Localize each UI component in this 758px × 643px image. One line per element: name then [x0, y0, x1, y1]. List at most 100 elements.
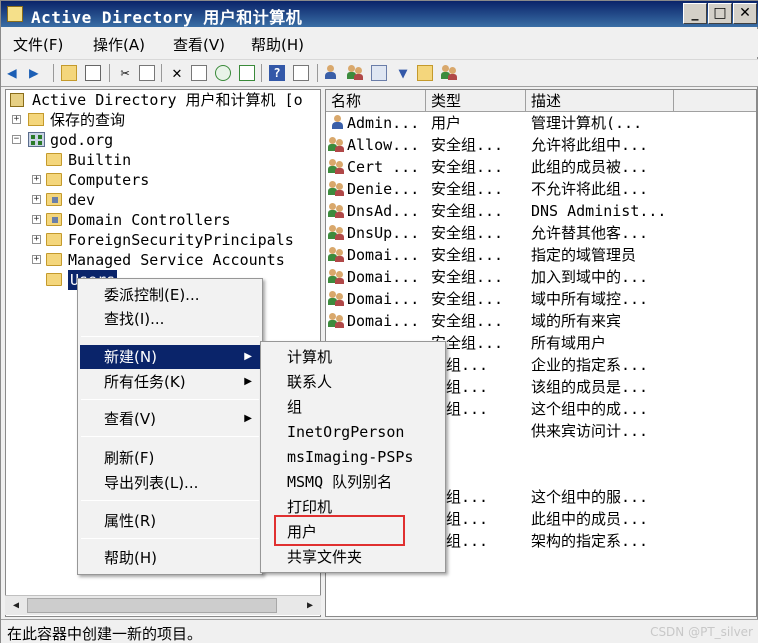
window: Active Directory 用户和计算机 _ □ ✕ 文件(F) 操作(A… — [0, 0, 758, 643]
scroll-right-icon[interactable]: ▶ — [301, 597, 319, 614]
table-row[interactable]: Domai... 安全组... 域中所有域控... — [326, 288, 756, 310]
menu-bar: 文件(F) 操作(A) 查看(V) 帮助(H) — [1, 29, 758, 57]
menu-action[interactable]: 操作(A) — [93, 34, 145, 55]
submenu-item-inetorgperson[interactable]: InetOrgPerson — [263, 420, 443, 444]
menu-view[interactable]: 查看(V) — [173, 34, 225, 55]
back-icon[interactable]: ◀ — [7, 65, 23, 81]
submenu-item-shared-folder[interactable]: 共享文件夹 — [263, 545, 443, 569]
title-bar[interactable]: Active Directory 用户和计算机 _ □ ✕ — [1, 1, 758, 27]
cell-name: Domai... — [347, 312, 420, 330]
cell-name: Allow... — [347, 136, 420, 154]
scroll-thumb[interactable] — [27, 598, 277, 613]
cell-description: DNS Administ... — [531, 202, 667, 220]
cut-icon[interactable]: ✂ — [117, 65, 133, 81]
expand-icon[interactable]: + — [32, 235, 41, 244]
ou-icon — [46, 193, 62, 206]
show-tree-icon[interactable] — [85, 65, 101, 81]
menu-item-properties[interactable]: 属性(R) — [80, 509, 260, 533]
cell-description: 域的所有来宾 — [531, 312, 622, 330]
cell-description: 这个组中的服... — [531, 488, 649, 506]
menu-item-view[interactable]: 查看(V) ▶ — [80, 407, 260, 431]
maximize-button[interactable]: □ — [708, 3, 732, 24]
folder-icon — [46, 233, 62, 246]
submenu-item-contact[interactable]: 联系人 — [263, 370, 443, 394]
group-icon — [328, 225, 345, 240]
table-row[interactable]: Domai... 安全组... 域的所有来宾 — [326, 310, 756, 332]
expand-icon[interactable]: + — [32, 195, 41, 204]
menu-item-refresh[interactable]: 刷新(F) — [80, 446, 260, 470]
column-header-name[interactable]: 名称 — [326, 90, 426, 112]
folder-icon — [46, 253, 62, 266]
menu-item-new[interactable]: 新建(N) ▶ — [80, 345, 260, 369]
submenu-item-msimaging-psps[interactable]: msImaging-PSPs — [263, 445, 443, 469]
find-icon[interactable] — [441, 65, 457, 81]
action-pane-icon[interactable] — [293, 65, 309, 81]
window-title: Active Directory 用户和计算机 — [31, 8, 303, 27]
menu-item-find[interactable]: 查找(I)... — [80, 307, 260, 331]
table-row[interactable]: DnsUp... 安全组... 允许替其他客... — [326, 222, 756, 244]
menu-item-export-list[interactable]: 导出列表(L)... — [80, 471, 260, 495]
scroll-left-icon[interactable]: ◀ — [7, 597, 25, 614]
menu-item-all-tasks[interactable]: 所有任务(K) ▶ — [80, 370, 260, 394]
submenu-item-msmq-queue-alias[interactable]: MSMQ 队列别名 — [263, 470, 443, 494]
column-header-description[interactable]: 描述 — [526, 90, 674, 112]
copy-icon[interactable] — [139, 65, 155, 81]
expand-icon[interactable]: + — [32, 215, 41, 224]
up-folder-icon[interactable] — [61, 65, 77, 81]
cell-type: 安全组... — [431, 136, 504, 154]
cell-name: Domai... — [347, 268, 420, 286]
folder-icon — [46, 153, 62, 166]
expand-icon[interactable]: + — [12, 115, 21, 124]
new-group-icon[interactable] — [347, 65, 363, 81]
list-header: 名称 类型 描述 — [326, 90, 756, 112]
new-user-icon[interactable] — [323, 65, 339, 81]
expand-icon[interactable]: + — [32, 175, 41, 184]
tree-horizontal-scrollbar[interactable]: ◀ ▶ — [5, 595, 321, 615]
cell-type: 安全组... — [431, 290, 504, 308]
table-row[interactable]: Allow... 安全组... 允许将此组中... — [326, 134, 756, 156]
minimize-button[interactable]: _ — [683, 3, 707, 24]
group-icon — [328, 181, 345, 196]
add-to-group-icon[interactable] — [417, 65, 433, 81]
cell-description: 加入到域中的... — [531, 268, 649, 286]
group-icon — [328, 137, 345, 152]
table-row[interactable]: DnsAd... 安全组... DNS Administ... — [326, 200, 756, 222]
table-row[interactable]: Cert ... 安全组... 此组的成员被... — [326, 156, 756, 178]
properties-icon[interactable] — [191, 65, 207, 81]
group-icon — [328, 291, 345, 306]
menu-item-delegate-control[interactable]: 委派控制(E)... — [80, 283, 260, 307]
table-row[interactable]: Domai... 安全组... 指定的域管理员 — [326, 244, 756, 266]
menu-file[interactable]: 文件(F) — [13, 34, 63, 55]
new-ou-icon[interactable] — [371, 65, 387, 81]
submenu-item-computer[interactable]: 计算机 — [263, 345, 443, 369]
forward-icon[interactable]: ▶ — [29, 65, 45, 81]
menu-help[interactable]: 帮助(H) — [251, 34, 304, 55]
cell-name: DnsAd... — [347, 202, 420, 220]
app-icon — [7, 6, 23, 22]
cell-description: 所有域用户 — [531, 334, 607, 352]
filter-icon[interactable]: ▼ — [395, 65, 411, 81]
table-row[interactable]: Domai... 安全组... 加入到域中的... — [326, 266, 756, 288]
cell-description: 这个组中的成... — [531, 400, 649, 418]
collapse-icon[interactable]: − — [12, 135, 21, 144]
column-header-type[interactable]: 类型 — [426, 90, 526, 112]
group-icon — [328, 313, 345, 328]
submenu-item-group[interactable]: 组 — [263, 395, 443, 419]
delete-icon[interactable]: ✕ — [169, 65, 185, 81]
cell-description: 域中所有域控... — [531, 290, 649, 308]
table-row[interactable]: Denie... 安全组... 不允许将此组... — [326, 178, 756, 200]
table-row[interactable]: Admin... 用户 管理计算机(... — [326, 112, 756, 134]
refresh-icon[interactable] — [215, 65, 231, 81]
cell-type: 安全组... — [431, 268, 504, 286]
cell-description: 指定的域管理员 — [531, 246, 637, 264]
cell-type: 用户 — [431, 114, 462, 132]
close-button[interactable]: ✕ — [733, 3, 757, 24]
user-icon — [330, 115, 345, 130]
watermark: CSDN @PT_silver — [650, 625, 753, 639]
help-icon[interactable]: ? — [269, 65, 285, 81]
cell-description: 管理计算机(... — [531, 114, 643, 132]
expand-icon[interactable]: + — [32, 255, 41, 264]
menu-item-help[interactable]: 帮助(H) — [80, 546, 260, 570]
cell-description: 此组中的成员... — [531, 510, 649, 528]
export-list-icon[interactable] — [239, 65, 255, 81]
